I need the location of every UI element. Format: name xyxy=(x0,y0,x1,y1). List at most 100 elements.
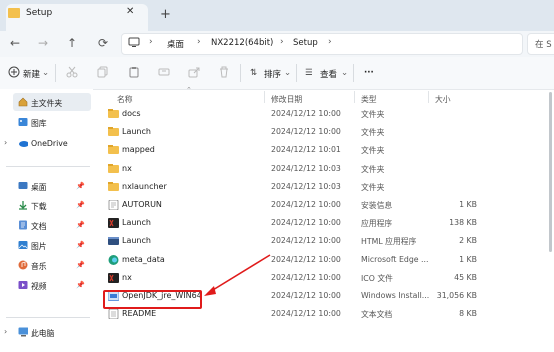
file-modified-date: 2024/12/12 10:00 xyxy=(271,309,341,319)
file-name: Launch xyxy=(122,236,151,246)
sidebar-item-onedrive[interactable]: OneDrive xyxy=(31,139,68,148)
chevron-down-icon: ⌄ xyxy=(341,68,349,78)
file-type: HTML 应用程序 xyxy=(361,237,417,247)
file-name: README xyxy=(122,309,157,319)
file-name: AUTORUN xyxy=(122,200,162,209)
close-tab-icon[interactable]: ✕ xyxy=(126,6,134,17)
column-divider[interactable] xyxy=(354,91,355,103)
gallery-icon xyxy=(18,118,28,126)
file-type: Microsoft Edge ... xyxy=(361,254,429,264)
sort-button[interactable]: 排序 xyxy=(264,68,281,80)
new-button[interactable]: 新建 xyxy=(23,68,40,80)
file-modified-date: 2024/12/12 10:00 xyxy=(271,127,341,137)
picture-icon xyxy=(18,241,28,249)
text-file-icon xyxy=(108,309,119,320)
folder-icon xyxy=(8,8,20,18)
pin-icon[interactable]: 📌 xyxy=(76,201,85,209)
pin-icon[interactable]: 📌 xyxy=(76,221,85,229)
pin-icon[interactable]: 📌 xyxy=(76,261,85,269)
sort-ascending-icon: ⌃ xyxy=(186,86,192,94)
sidebar-item-music[interactable]: 音乐 xyxy=(31,261,47,272)
video-icon xyxy=(18,281,28,289)
column-header-name[interactable]: 名称 xyxy=(117,94,133,105)
sidebar-item-desktop[interactable]: 桌面 xyxy=(31,182,47,193)
file-type: Windows Install... xyxy=(361,291,430,300)
sidebar-item-documents[interactable]: 文档 xyxy=(31,221,47,232)
file-name: meta_data xyxy=(122,254,165,264)
up-button[interactable]: ↑ xyxy=(63,36,81,50)
nx-ico-icon xyxy=(108,272,119,283)
sidebar-item-videos[interactable]: 视频 xyxy=(31,281,47,292)
chevron-right-icon[interactable]: › xyxy=(4,327,7,336)
forward-button[interactable]: → xyxy=(34,36,52,50)
nx-app-icon xyxy=(108,218,119,229)
sidebar-item-pictures[interactable]: 图片 xyxy=(31,241,47,252)
html-app-icon xyxy=(108,237,119,246)
folder-icon xyxy=(108,109,119,118)
cut-icon[interactable] xyxy=(66,66,78,78)
pin-icon[interactable]: 📌 xyxy=(76,182,85,190)
copy-icon[interactable] xyxy=(97,66,109,78)
sidebar-divider xyxy=(6,317,90,318)
desktop-icon xyxy=(18,182,28,189)
breadcrumb-setup[interactable]: Setup xyxy=(293,38,318,48)
rename-icon[interactable] xyxy=(158,66,170,78)
view-button[interactable]: 查看 xyxy=(320,68,337,80)
new-icon xyxy=(8,66,20,78)
computer-icon xyxy=(18,327,28,337)
breadcrumb-nx2212[interactable]: NX2212(64bit) xyxy=(211,38,273,48)
toolbar-divider xyxy=(240,64,241,82)
vertical-scrollbar[interactable] xyxy=(549,92,552,252)
new-tab-button[interactable]: + xyxy=(160,7,171,22)
breadcrumb-desktop[interactable]: 桌面 xyxy=(167,38,184,50)
sidebar-item-downloads[interactable]: 下载 xyxy=(31,201,47,212)
file-size: 1 KB xyxy=(459,200,477,209)
file-name: Launch xyxy=(122,218,151,228)
paste-icon[interactable] xyxy=(128,66,140,78)
refresh-button[interactable]: ⟳ xyxy=(94,36,112,50)
file-size: 8 KB xyxy=(459,309,477,319)
share-icon[interactable] xyxy=(188,66,200,78)
file-type: 文本文档 xyxy=(361,310,393,320)
file-name: docs xyxy=(122,109,141,118)
file-modified-date: 2024/12/12 10:03 xyxy=(271,163,341,173)
file-size: 45 KB xyxy=(454,272,477,282)
column-divider[interactable] xyxy=(428,91,429,103)
pin-icon[interactable]: 📌 xyxy=(76,241,85,249)
sidebar-item-gallery[interactable]: 图库 xyxy=(31,118,47,129)
column-header-modified[interactable]: 修改日期 xyxy=(271,94,302,105)
folder-icon xyxy=(108,145,119,155)
sidebar-item-this-pc[interactable]: 此电脑 xyxy=(31,328,54,339)
file-type: 文件夹 xyxy=(361,110,385,119)
chevron-right-icon[interactable]: › xyxy=(4,138,7,147)
file-type: 安装信息 xyxy=(361,201,393,210)
setup-info-icon xyxy=(108,200,119,210)
file-modified-date: 2024/12/12 10:03 xyxy=(271,181,341,191)
file-modified-date: 2024/12/12 10:00 xyxy=(271,291,341,300)
file-modified-date: 2024/12/12 10:00 xyxy=(271,109,341,118)
column-header-size[interactable]: 大小 xyxy=(435,94,451,105)
folder-icon xyxy=(108,181,119,191)
file-type: 应用程序 xyxy=(361,219,393,229)
file-type: 文件夹 xyxy=(361,164,385,174)
annotation-arrow xyxy=(204,254,271,296)
back-button[interactable]: ← xyxy=(6,36,24,50)
file-size: 1 KB xyxy=(459,254,477,264)
pin-icon[interactable]: 📌 xyxy=(76,281,85,289)
chevron-right-icon: › xyxy=(328,37,332,47)
column-header-type[interactable]: 类型 xyxy=(361,94,377,105)
delete-icon[interactable] xyxy=(218,66,230,78)
file-name: nx xyxy=(122,163,132,173)
file-modified-date: 2024/12/12 10:00 xyxy=(271,236,341,246)
monitor-icon xyxy=(128,37,140,47)
tab-title: Setup xyxy=(26,8,53,18)
sidebar-divider xyxy=(6,166,90,167)
chevron-down-icon: ⌄ xyxy=(284,68,292,78)
column-divider[interactable] xyxy=(264,91,265,103)
chevron-right-icon: › xyxy=(149,37,153,47)
file-type: 文件夹 xyxy=(361,128,385,138)
more-options-button[interactable]: ··· xyxy=(364,68,374,78)
chevron-down-icon: ⌄ xyxy=(42,68,50,78)
view-icon: ☰ xyxy=(305,68,313,78)
toolbar-divider xyxy=(55,64,56,82)
